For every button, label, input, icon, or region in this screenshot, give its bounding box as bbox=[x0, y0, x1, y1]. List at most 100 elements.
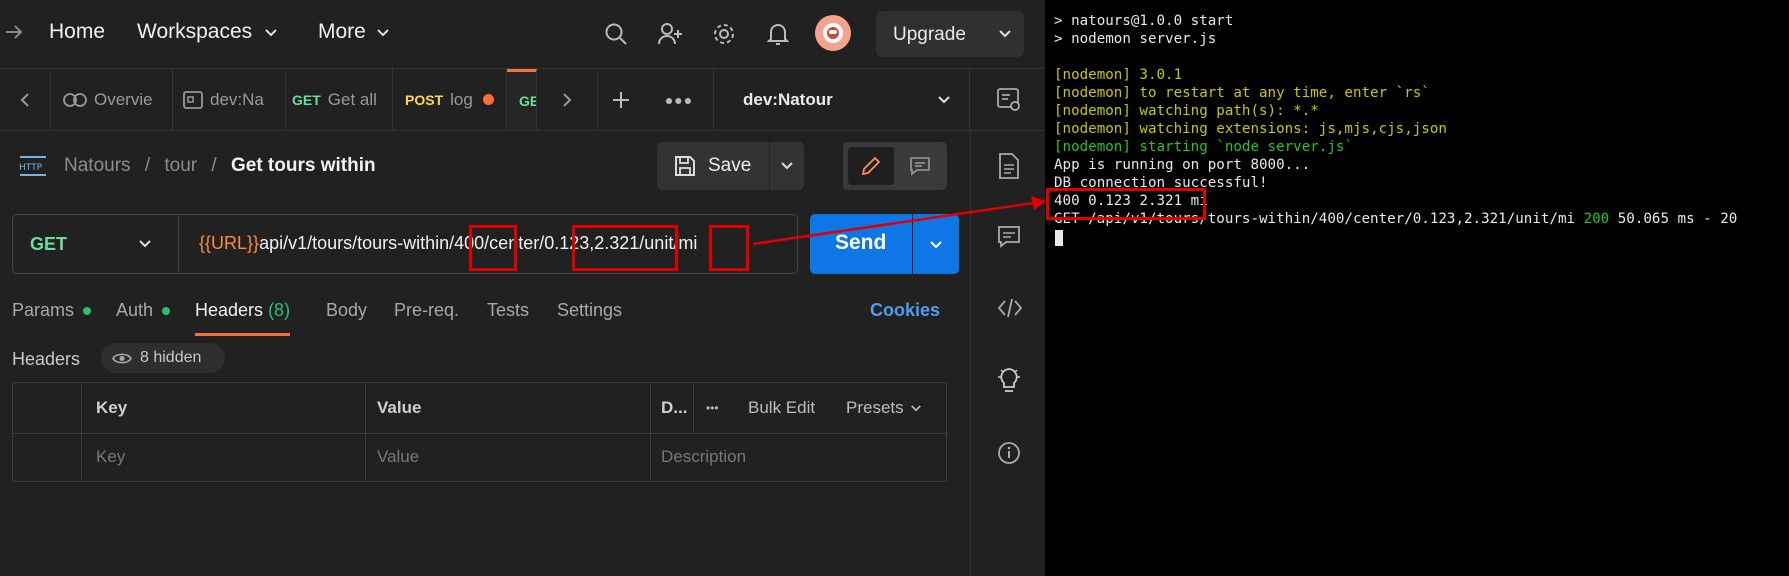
comment-mode-button[interactable] bbox=[898, 147, 942, 185]
tab-get-all[interactable]: GET Get all bbox=[286, 69, 393, 130]
table-row: Key Value Description bbox=[13, 433, 946, 481]
invite-user-icon[interactable] bbox=[658, 22, 684, 51]
tabs-scroll-right[interactable] bbox=[537, 69, 598, 130]
cookies-link[interactable]: Cookies bbox=[870, 300, 940, 321]
terminal-line: App is running on port 8000... bbox=[1054, 157, 1311, 173]
comments-icon[interactable] bbox=[997, 225, 1021, 249]
environment-quick-look-icon[interactable] bbox=[996, 87, 1022, 118]
request-tab-bar: Overvie dev:Na GET Get all POST log GE ●… bbox=[0, 69, 1045, 131]
nav-workspaces[interactable]: Workspaces bbox=[137, 20, 278, 44]
tab-headers-label: Headers bbox=[195, 300, 264, 320]
tab-environment[interactable]: dev:Na bbox=[173, 69, 286, 130]
chevron-down-icon[interactable] bbox=[998, 29, 1012, 39]
nav-workspaces-label: Workspaces bbox=[137, 20, 253, 43]
documentation-icon[interactable] bbox=[997, 153, 1021, 179]
nav-more[interactable]: More bbox=[318, 20, 390, 44]
annotation-box-distance bbox=[469, 225, 517, 271]
column-options-icon[interactable]: ••• bbox=[706, 383, 719, 433]
nav-home[interactable]: Home bbox=[49, 20, 105, 44]
description-input[interactable]: Description bbox=[661, 433, 746, 481]
overview-icon bbox=[63, 92, 87, 107]
terminal-line: [nodemon] 3.0.1 bbox=[1054, 67, 1183, 83]
bulk-edit-button[interactable]: Bulk Edit bbox=[748, 383, 815, 433]
info-icon[interactable] bbox=[997, 441, 1021, 465]
environment-icon bbox=[183, 90, 203, 109]
breadcrumb-folder[interactable]: tour bbox=[164, 155, 197, 176]
tab-method: GE bbox=[519, 93, 536, 109]
search-icon[interactable] bbox=[604, 22, 628, 51]
unsaved-dot bbox=[482, 94, 494, 105]
breadcrumb-collection[interactable]: Natours bbox=[64, 155, 131, 176]
key-input[interactable]: Key bbox=[96, 433, 125, 481]
tab-login[interactable]: POST log bbox=[393, 69, 507, 130]
column-description-header: D... bbox=[661, 398, 688, 417]
forward-arrow-icon[interactable] bbox=[4, 22, 24, 47]
send-label: Send bbox=[835, 231, 887, 254]
request-url-bar: GET {{URL}}api/v1/tours/tours-within/400… bbox=[12, 214, 798, 274]
http-icon: HTTP bbox=[18, 153, 48, 184]
terminal-cursor bbox=[1055, 230, 1063, 246]
edit-mode-button[interactable] bbox=[848, 147, 894, 185]
tab-label: Overvie bbox=[94, 89, 153, 109]
chevron-down-icon bbox=[910, 404, 921, 411]
settings-gear-icon[interactable] bbox=[712, 22, 736, 51]
presets-dropdown[interactable]: Presets bbox=[846, 383, 922, 433]
tab-headers[interactable]: Headers (8) bbox=[195, 300, 291, 336]
save-label: Save bbox=[708, 155, 752, 176]
method-selector[interactable]: GET bbox=[13, 215, 179, 273]
auth-indicator-dot bbox=[162, 307, 171, 316]
send-options-button[interactable] bbox=[913, 214, 959, 274]
tab-auth[interactable]: Auth bbox=[116, 300, 171, 321]
tabs-scroll-left[interactable] bbox=[0, 69, 51, 130]
upgrade-label: Upgrade bbox=[893, 24, 966, 45]
params-indicator-dot bbox=[83, 307, 92, 316]
column-value-header: Value bbox=[377, 398, 422, 417]
tab-params[interactable]: Params bbox=[12, 300, 92, 321]
nav-more-label: More bbox=[318, 20, 366, 43]
more-dots-icon: ●●● bbox=[664, 91, 694, 108]
tab-prereq[interactable]: Pre-req. bbox=[394, 300, 459, 321]
avatar[interactable] bbox=[815, 15, 851, 51]
chevron-down-icon bbox=[781, 162, 793, 170]
lightbulb-icon[interactable] bbox=[997, 367, 1021, 392]
pencil-icon bbox=[861, 156, 881, 176]
chevron-right-icon bbox=[563, 92, 572, 107]
tab-body[interactable]: Body bbox=[326, 300, 367, 321]
chevron-down-icon bbox=[938, 96, 950, 104]
environment-label: dev:Natour bbox=[743, 89, 833, 109]
eye-icon bbox=[112, 353, 132, 364]
save-button[interactable]: Save bbox=[657, 142, 769, 190]
tab-label: log bbox=[450, 89, 473, 109]
save-options-button[interactable] bbox=[770, 142, 804, 190]
presets-label: Presets bbox=[846, 398, 904, 417]
headers-table: Key Value D... ••• Bulk Edit Presets Key… bbox=[12, 382, 947, 482]
tab-method: POST bbox=[405, 91, 444, 108]
annotation-box-latlng bbox=[572, 225, 678, 271]
terminal-line: [nodemon] watching path(s): *.* bbox=[1054, 103, 1319, 119]
breadcrumb-separator: / bbox=[144, 155, 151, 176]
terminal-line: [nodemon] watching extensions: js,mjs,cj… bbox=[1054, 121, 1447, 137]
top-bar: Home Workspaces More Upgrade bbox=[0, 0, 1045, 69]
notification-bell-icon[interactable] bbox=[766, 21, 790, 52]
tab-options-button[interactable]: ●●● bbox=[645, 69, 714, 130]
annotation-box-unit bbox=[709, 225, 749, 271]
tab-overview[interactable]: Overvie bbox=[50, 69, 173, 130]
send-button[interactable]: Send bbox=[810, 214, 912, 274]
new-tab-button[interactable] bbox=[597, 69, 645, 130]
terminal-window[interactable]: > natours@1.0.0 start > nodemon server.j… bbox=[1045, 0, 1789, 576]
annotation-box-terminal-output bbox=[1046, 188, 1206, 220]
code-snippet-icon[interactable] bbox=[997, 297, 1023, 321]
chevron-down-icon bbox=[139, 240, 151, 248]
hidden-headers-toggle[interactable]: 8 hidden bbox=[101, 343, 225, 373]
upgrade-button[interactable]: Upgrade bbox=[876, 11, 1024, 57]
value-input[interactable]: Value bbox=[377, 433, 419, 481]
tab-active[interactable]: GE bbox=[507, 69, 537, 130]
tab-label: dev:Na bbox=[210, 89, 264, 109]
tab-auth-label: Auth bbox=[116, 300, 154, 320]
save-disk-icon bbox=[675, 156, 695, 176]
tab-params-label: Params bbox=[12, 300, 75, 320]
environment-selector[interactable]: dev:Natour bbox=[713, 69, 970, 130]
breadcrumb: Natours / tour / Get tours within bbox=[64, 155, 376, 177]
tab-settings[interactable]: Settings bbox=[557, 300, 622, 321]
tab-tests[interactable]: Tests bbox=[487, 300, 529, 321]
